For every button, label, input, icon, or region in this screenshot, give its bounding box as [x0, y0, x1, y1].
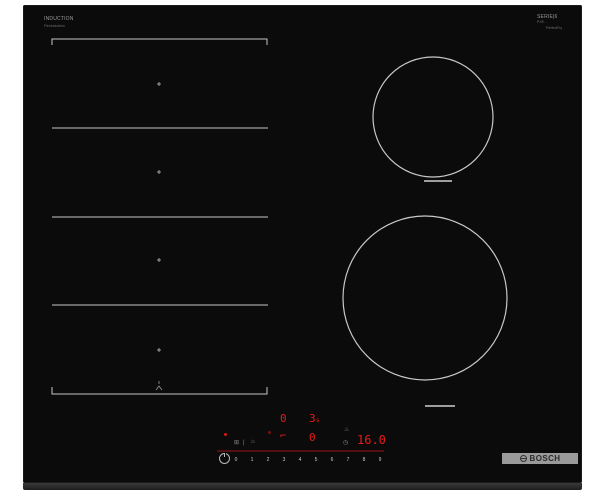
zone-select-led — [268, 431, 271, 434]
slider-level-0[interactable]: 0 — [232, 457, 240, 463]
slider-level-6[interactable]: 6 — [328, 457, 336, 463]
flex-zone-top-bracket — [51, 38, 268, 45]
bosch-logo-icon — [519, 455, 527, 462]
zone-middle-level-display: 0 — [309, 431, 316, 444]
flex-zone-marker-4 — [157, 348, 161, 352]
power-button[interactable] — [219, 453, 230, 464]
lock-icon[interactable]: ⊞ — [234, 440, 239, 446]
brand-name: BOSCH — [529, 453, 561, 463]
slider-level-8[interactable]: 8 — [360, 457, 368, 463]
slider-level-4[interactable]: 4 — [296, 457, 304, 463]
slider-level-5[interactable]: 5 — [312, 457, 320, 463]
slider-level-9[interactable]: 9 — [376, 457, 384, 463]
frying-pan-icon[interactable]: ⌂ — [251, 439, 255, 445]
slider-level-3[interactable]: 3 — [280, 457, 288, 463]
zone-front-indicator: ⌐ — [280, 431, 287, 442]
timer-icon[interactable]: ◷ — [343, 440, 348, 446]
zone-front-right — [342, 215, 508, 381]
frying-sensor-icon — [155, 381, 163, 391]
zone-left-level-display: 0 — [280, 412, 287, 425]
divider-icon: | — [243, 440, 245, 446]
zone-rear-right — [372, 56, 494, 178]
slider-level-7[interactable]: 7 — [344, 457, 352, 463]
timer-display: 16.0 — [357, 433, 386, 447]
flex-zone-marker-2 — [157, 170, 161, 174]
slider-level-1[interactable]: 1 — [248, 457, 256, 463]
brand-plate: BOSCH — [502, 453, 578, 464]
flex-zone-marker-3 — [157, 258, 161, 262]
flex-zone-marker-1 — [157, 82, 161, 86]
slider-level-2[interactable]: 2 — [264, 457, 272, 463]
cooking-zones — [51, 38, 508, 452]
flex-zone-bottom-bracket — [51, 387, 268, 395]
zone-right-level-display: 3 — [309, 412, 316, 425]
power-level-slider[interactable]: 0 1 2 3 4 5 6 7 8 9 — [232, 455, 384, 465]
pot-icon[interactable]: ♨ — [344, 427, 349, 433]
zone-right-level-suffix: s — [316, 417, 320, 424]
status-led — [224, 433, 227, 436]
